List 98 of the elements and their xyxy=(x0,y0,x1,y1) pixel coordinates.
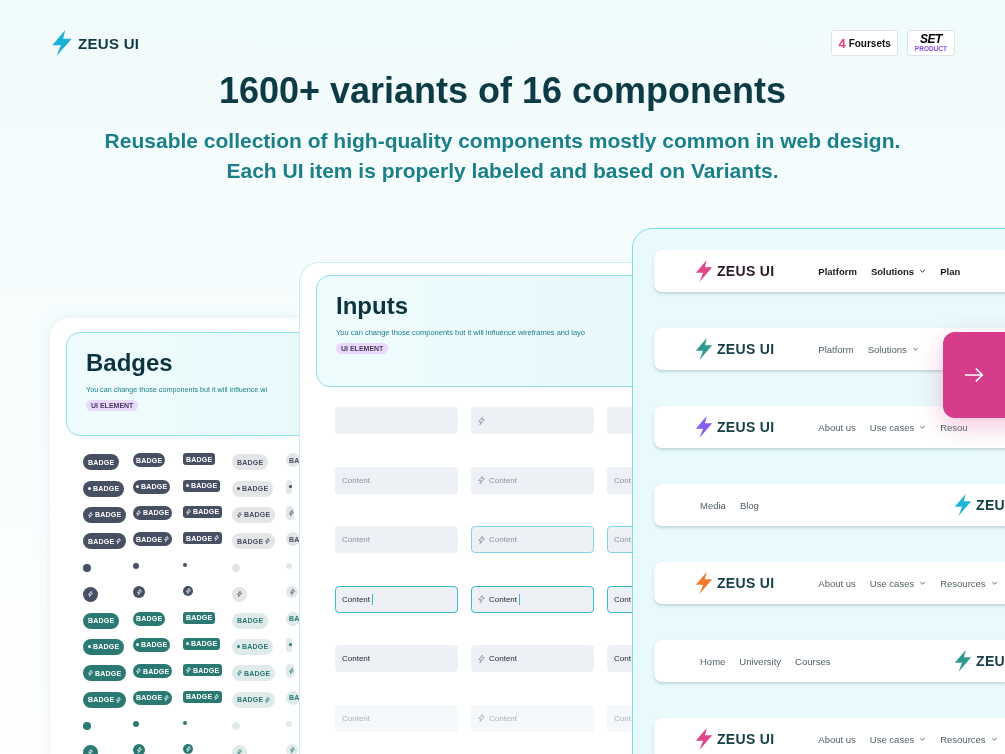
section-title: Badges xyxy=(86,349,174,377)
icon-badge xyxy=(183,586,193,597)
dot-icon xyxy=(136,643,139,647)
nav-link[interactable]: Home xyxy=(700,655,726,667)
status-dot xyxy=(286,721,292,728)
dot-icon xyxy=(237,645,240,649)
lightning-icon xyxy=(265,538,271,545)
dot-icon xyxy=(289,643,292,647)
brand-name: ZEUS UI xyxy=(78,34,140,52)
lightning-icon xyxy=(116,696,122,703)
lightning-icon xyxy=(88,670,93,677)
lightning-icon xyxy=(88,511,93,518)
lightning-icon xyxy=(237,670,242,677)
chevron-down-icon xyxy=(990,736,998,742)
input-field[interactable]: Content xyxy=(335,645,458,672)
nav-link[interactable]: Resou xyxy=(940,421,968,433)
lightning-icon xyxy=(478,535,485,544)
lightning-icon xyxy=(265,696,271,703)
nav-link[interactable]: University xyxy=(739,655,782,667)
nav-link[interactable]: About us xyxy=(818,733,856,745)
chevron-down-icon xyxy=(911,346,919,352)
lightning-logo-icon xyxy=(50,30,74,56)
status-dot xyxy=(232,722,240,731)
nav-link[interactable]: Platform xyxy=(818,265,857,277)
chevron-down-icon xyxy=(919,580,927,586)
subtitle: Each UI item is properly labeled and based on Variants. xyxy=(225,158,780,184)
logo-text[interactable]: ZEUS UI xyxy=(717,575,775,591)
lightning-icon xyxy=(289,668,294,675)
logo-text[interactable]: ZEUS UI xyxy=(717,263,775,279)
nav-link[interactable]: About us xyxy=(818,577,856,589)
subtitle: Reusable collection of high-quality components mostly common in web design. xyxy=(103,128,902,154)
lightning-icon xyxy=(186,508,191,515)
section-title: Inputs xyxy=(336,292,409,320)
icon-badge xyxy=(286,744,298,754)
dot-icon xyxy=(136,485,139,489)
status-dot xyxy=(183,721,187,726)
input-field[interactable]: Cont xyxy=(607,585,632,613)
dot-icon xyxy=(186,484,189,488)
icon-badge xyxy=(286,586,298,599)
logo-name: Foursets xyxy=(848,37,891,49)
nav-link[interactable]: About us xyxy=(818,421,856,433)
lightning-icon xyxy=(478,714,485,722)
nav-link[interactable]: Blog xyxy=(739,499,759,511)
input-field[interactable]: Content xyxy=(471,645,594,672)
lightning-icon xyxy=(164,536,170,543)
arrow-right-icon xyxy=(963,367,985,383)
nav-link[interactable]: Media xyxy=(700,499,726,511)
status-dot xyxy=(133,721,139,728)
nav-link[interactable]: Use cases xyxy=(869,577,927,589)
input-field[interactable]: Cont xyxy=(607,645,632,672)
nav-link[interactable]: Platform xyxy=(818,343,854,355)
lightning-icon xyxy=(136,668,141,675)
input-field[interactable]: Content xyxy=(471,585,594,613)
lightning-icon xyxy=(237,511,242,518)
lightning-icon xyxy=(116,538,122,545)
lightning-icon xyxy=(214,693,220,700)
dot-icon xyxy=(88,487,91,491)
lightning-icon xyxy=(478,416,485,425)
lightning-icon xyxy=(478,654,485,663)
status-dot xyxy=(232,563,240,572)
input-field[interactable] xyxy=(471,407,594,434)
dot-icon xyxy=(88,645,91,649)
icon-badge xyxy=(232,586,247,602)
logo-text[interactable]: ZEU xyxy=(976,497,1005,513)
chevron-down-icon xyxy=(919,268,927,274)
logo-text[interactable]: ZEUS UI xyxy=(717,341,775,357)
logo-text[interactable]: ZEUS UI xyxy=(717,731,775,747)
logo-text[interactable]: ZEUS UI xyxy=(717,419,775,435)
nav-link[interactable]: Plan xyxy=(940,265,961,277)
chevron-down-icon xyxy=(919,424,927,430)
lightning-icon xyxy=(136,509,141,516)
icon-badge xyxy=(133,586,145,599)
lightning-icon xyxy=(478,595,485,603)
lightning-icon xyxy=(214,535,220,542)
status-dot xyxy=(286,562,292,569)
nav-link[interactable]: Courses xyxy=(795,655,831,667)
lightning-icon xyxy=(164,694,170,701)
dot-icon xyxy=(237,487,240,491)
status-dot xyxy=(133,562,139,569)
status-dot xyxy=(183,562,187,567)
logo-mark: SET xyxy=(920,34,942,45)
dot-icon xyxy=(186,642,189,646)
logo-mark: 4 xyxy=(838,35,846,51)
input-field[interactable]: Content xyxy=(335,585,458,613)
logo-text[interactable]: ZEU xyxy=(976,653,1005,669)
chevron-down-icon xyxy=(990,580,998,586)
nav-link[interactable]: Resources xyxy=(940,577,998,589)
nav-link[interactable]: Use cases xyxy=(869,733,927,745)
lightning-icon xyxy=(478,476,485,484)
nav-link[interactable]: Resources xyxy=(940,733,998,745)
lightning-icon xyxy=(186,667,191,674)
headline: 1600+ variants of 16 components xyxy=(217,70,788,112)
nav-link[interactable]: Use cases xyxy=(869,421,927,433)
nav-link[interactable]: Solutions xyxy=(867,343,919,355)
nav-link[interactable]: Solutions xyxy=(870,265,927,277)
lightning-icon xyxy=(289,509,294,516)
dot-icon xyxy=(289,485,292,489)
chevron-down-icon xyxy=(919,736,927,742)
